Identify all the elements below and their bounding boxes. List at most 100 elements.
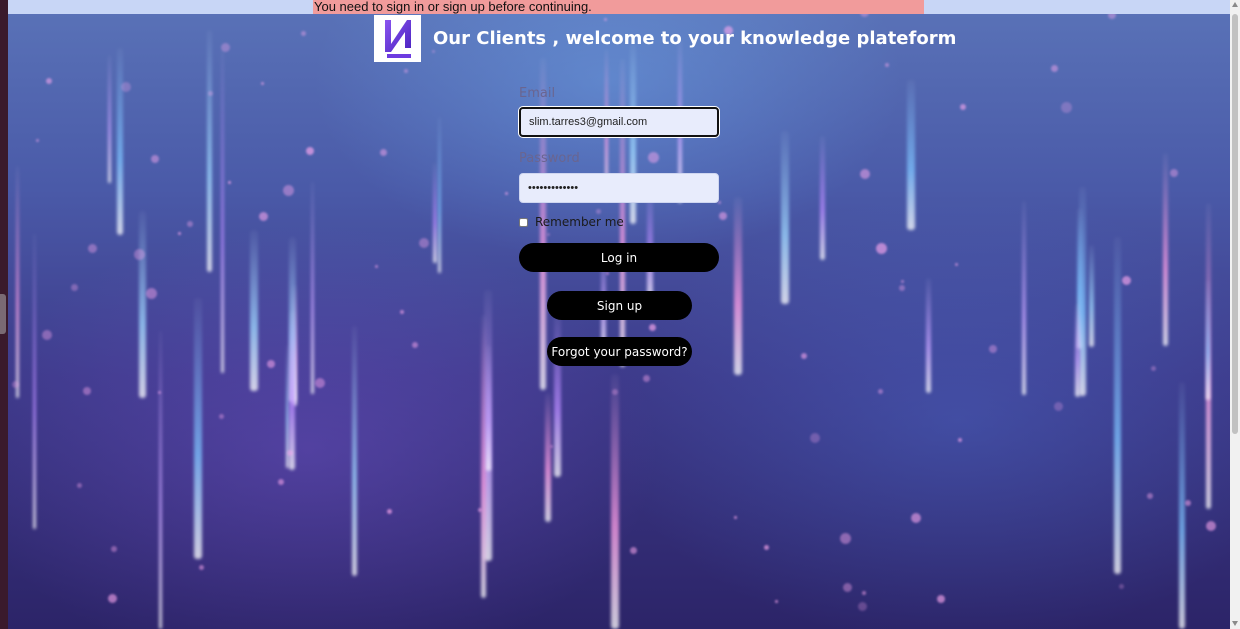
- signup-button[interactable]: Sign up: [547, 291, 692, 320]
- bokeh-dot: [71, 284, 78, 291]
- bokeh-dot: [885, 63, 889, 67]
- bokeh-dot: [547, 233, 550, 236]
- bokeh-dot: [108, 594, 117, 603]
- bokeh-dot: [219, 414, 224, 419]
- bokeh-dot: [858, 602, 867, 611]
- bokeh-dot: [208, 91, 213, 96]
- light-streak: [781, 131, 789, 304]
- bokeh-dot: [719, 212, 727, 220]
- bokeh-dot: [648, 152, 659, 163]
- bokeh-dot: [387, 509, 392, 514]
- bokeh-dot: [1061, 102, 1072, 113]
- bokeh-dot: [178, 232, 181, 235]
- bokeh-dot: [478, 508, 482, 512]
- bokeh-dot: [83, 387, 91, 395]
- light-streak: [117, 48, 123, 235]
- bokeh-dot: [860, 169, 870, 179]
- bokeh-dot: [199, 565, 204, 570]
- bokeh-dot: [899, 285, 905, 291]
- light-streak: [926, 278, 931, 393]
- bokeh-dot: [810, 433, 820, 443]
- bokeh-dot: [412, 342, 418, 348]
- bokeh-dot: [36, 139, 39, 142]
- bokeh-dot: [12, 381, 19, 388]
- bokeh-dot: [404, 69, 408, 73]
- bokeh-dot: [606, 272, 609, 275]
- bokeh-dot: [259, 212, 268, 221]
- bokeh-dot: [287, 450, 293, 456]
- vertical-scrollbar[interactable]: [1230, 0, 1240, 629]
- brand-logo-icon[interactable]: [374, 14, 421, 62]
- bokeh-dot: [1054, 402, 1063, 411]
- light-streak: [1022, 201, 1026, 395]
- bokeh-dot: [876, 243, 887, 254]
- light-streak: [194, 298, 202, 559]
- bokeh-dot: [734, 516, 737, 519]
- bokeh-dot: [764, 545, 769, 550]
- bokeh-dot: [400, 310, 404, 314]
- page-title: Our Clients , welcome to your knowledge …: [433, 27, 957, 49]
- bokeh-dot: [1122, 276, 1131, 285]
- bokeh-dot: [1119, 584, 1124, 589]
- bokeh-dot: [843, 583, 852, 592]
- light-streak: [611, 374, 619, 629]
- light-streak: [1089, 245, 1094, 347]
- light-streak: [554, 310, 561, 477]
- bokeh-dot: [1051, 65, 1058, 72]
- bokeh-dot: [960, 104, 966, 110]
- light-streak: [907, 80, 915, 230]
- forgot-password-button[interactable]: Forgot your password?: [547, 337, 692, 366]
- bokeh-dot: [419, 238, 429, 248]
- light-streak: [250, 230, 258, 391]
- scroll-thumb[interactable]: [1232, 14, 1238, 434]
- bokeh-dot: [643, 375, 650, 382]
- light-streak: [1075, 304, 1080, 397]
- bokeh-dot: [505, 192, 508, 195]
- bokeh-dot: [306, 147, 314, 155]
- bokeh-dot: [111, 546, 117, 552]
- bokeh-dot: [801, 353, 807, 359]
- bokeh-dot: [630, 547, 637, 554]
- bokeh-dot: [1151, 366, 1156, 371]
- bokeh-dot: [1185, 500, 1191, 506]
- bokeh-dot: [596, 209, 601, 214]
- bokeh-dot: [649, 324, 656, 331]
- bokeh-dot: [1147, 493, 1153, 499]
- light-streak: [352, 326, 357, 576]
- bokeh-dot: [187, 221, 193, 227]
- light-streak: [1179, 382, 1185, 629]
- bokeh-dot: [718, 201, 721, 204]
- light-streak: [438, 117, 441, 273]
- bokeh-dot: [121, 82, 131, 92]
- bokeh-dot: [134, 249, 145, 260]
- bokeh-dot: [261, 82, 264, 85]
- scroll-up-icon[interactable]: [1232, 2, 1238, 7]
- light-streak: [207, 30, 212, 272]
- email-field[interactable]: [519, 107, 719, 137]
- scroll-down-icon[interactable]: [1232, 621, 1238, 626]
- bokeh-dot: [267, 360, 275, 368]
- bokeh-dot: [878, 389, 883, 394]
- bokeh-dot: [315, 378, 325, 388]
- bokeh-dot: [840, 533, 851, 544]
- bokeh-dot: [46, 78, 52, 84]
- login-button[interactable]: Log in: [519, 243, 719, 272]
- bokeh-dot: [612, 389, 618, 395]
- light-streak: [1206, 280, 1210, 400]
- password-label: Password: [519, 151, 580, 166]
- remember-me-checkbox[interactable]: [519, 217, 528, 227]
- light-streak: [433, 163, 437, 263]
- bokeh-dot: [42, 330, 52, 340]
- light-streak: [289, 311, 295, 470]
- bokeh-dot: [550, 445, 553, 448]
- bokeh-dot: [989, 345, 997, 353]
- light-streak: [139, 211, 146, 398]
- resize-handle[interactable]: [0, 294, 6, 334]
- bokeh-dot: [301, 31, 306, 36]
- light-streak: [1114, 237, 1121, 574]
- window-left-edge: [0, 0, 8, 629]
- light-streak: [108, 55, 111, 183]
- password-field[interactable]: [519, 173, 719, 203]
- remember-me-row: Remember me: [519, 215, 624, 229]
- bokeh-dot: [88, 244, 97, 253]
